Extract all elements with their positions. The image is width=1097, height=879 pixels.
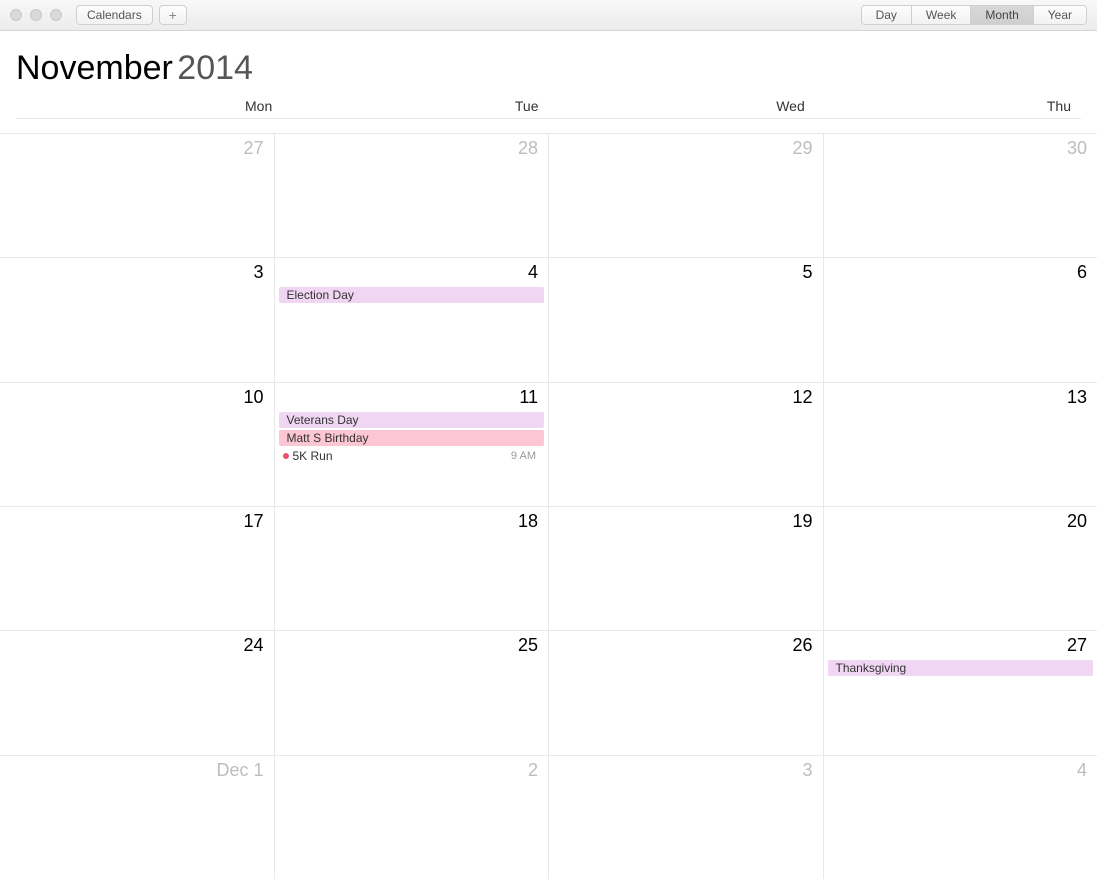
date-number: 20 bbox=[824, 511, 1097, 536]
day-cell[interactable]: 11Veterans Day Matt S Birthday 5K Run 9 AM bbox=[275, 383, 550, 506]
day-cell[interactable]: 19 bbox=[549, 507, 824, 630]
date-number: 11 bbox=[275, 387, 549, 412]
date-number: 27 bbox=[0, 138, 274, 163]
event-title: Matt S Birthday bbox=[287, 431, 369, 445]
date-number: 3 bbox=[0, 262, 274, 287]
traffic-lights bbox=[10, 9, 62, 21]
week-row: 1011Veterans Day Matt S Birthday 5K Run 9 A… bbox=[0, 383, 1097, 507]
date-number: 28 bbox=[275, 138, 549, 163]
event[interactable]: Veterans Day bbox=[279, 412, 545, 428]
day-cell[interactable]: Dec 1 bbox=[0, 756, 275, 879]
week-row: Dec 1234 bbox=[0, 756, 1097, 879]
view-day-button[interactable]: Day bbox=[862, 6, 912, 24]
date-number: 3 bbox=[549, 760, 823, 785]
day-cell[interactable]: 6 bbox=[824, 258, 1097, 381]
dow-tue: Tue bbox=[282, 98, 548, 118]
date-number: 26 bbox=[549, 635, 823, 660]
event-title: Thanksgiving bbox=[836, 661, 907, 675]
view-month-button[interactable]: Month bbox=[971, 6, 1033, 24]
window-toolbar: Calendars + DayWeekMonthYear bbox=[0, 0, 1097, 31]
title-year: 2014 bbox=[177, 49, 253, 87]
week-row: 34Election Day56 bbox=[0, 258, 1097, 382]
day-cell[interactable]: 26 bbox=[549, 631, 824, 754]
date-number: 12 bbox=[549, 387, 823, 412]
event-title: Election Day bbox=[287, 288, 354, 302]
view-year-button[interactable]: Year bbox=[1034, 6, 1086, 24]
day-cell[interactable]: 17 bbox=[0, 507, 275, 630]
date-number: 10 bbox=[0, 387, 274, 412]
date-number: 6 bbox=[824, 262, 1097, 287]
date-number: 27 bbox=[824, 635, 1097, 660]
week-row: 27282930 bbox=[0, 134, 1097, 258]
view-week-button[interactable]: Week bbox=[912, 6, 971, 24]
event[interactable]: Election Day bbox=[279, 287, 545, 303]
day-cell[interactable]: 4 bbox=[824, 756, 1097, 879]
view-segmented-control: DayWeekMonthYear bbox=[861, 5, 1087, 25]
event-title: Veterans Day bbox=[287, 413, 359, 427]
week-row: 17181920 bbox=[0, 507, 1097, 631]
day-cell[interactable]: 29 bbox=[549, 134, 824, 257]
date-number: 25 bbox=[275, 635, 549, 660]
day-of-week-header: MonTueWedThu bbox=[16, 98, 1081, 119]
minimize-window-icon[interactable] bbox=[30, 9, 42, 21]
event-title: 5K Run bbox=[293, 449, 333, 463]
day-cell[interactable]: 5 bbox=[549, 258, 824, 381]
event-time: 9 AM bbox=[511, 450, 536, 462]
day-cell[interactable]: 27Thanksgiving bbox=[824, 631, 1097, 754]
date-number: 4 bbox=[275, 262, 549, 287]
close-window-icon[interactable] bbox=[10, 9, 22, 21]
day-cell[interactable]: 12 bbox=[549, 383, 824, 506]
day-cell[interactable]: 2 bbox=[275, 756, 550, 879]
date-number: 4 bbox=[824, 760, 1097, 785]
month-grid: 2728293034Election Day561011Veterans Day… bbox=[0, 134, 1097, 879]
zoom-window-icon[interactable] bbox=[50, 9, 62, 21]
date-number: 29 bbox=[549, 138, 823, 163]
title-month: November bbox=[16, 49, 173, 87]
day-cell[interactable]: 4Election Day bbox=[275, 258, 550, 381]
week-row: 24252627Thanksgiving bbox=[0, 631, 1097, 755]
date-number: 5 bbox=[549, 262, 823, 287]
day-cell[interactable]: 3 bbox=[0, 258, 275, 381]
event[interactable]: 5K Run 9 AM bbox=[279, 448, 545, 464]
date-number: Dec 1 bbox=[0, 760, 274, 785]
day-cell[interactable]: 25 bbox=[275, 631, 550, 754]
day-cell[interactable]: 18 bbox=[275, 507, 550, 630]
day-cell[interactable]: 27 bbox=[0, 134, 275, 257]
date-number: 13 bbox=[824, 387, 1097, 412]
dow-mon: Mon bbox=[16, 98, 282, 118]
day-cell[interactable]: 24 bbox=[0, 631, 275, 754]
add-event-button[interactable]: + bbox=[159, 5, 187, 25]
date-number: 24 bbox=[0, 635, 274, 660]
date-number: 30 bbox=[824, 138, 1097, 163]
date-number: 18 bbox=[275, 511, 549, 536]
day-cell[interactable]: 3 bbox=[549, 756, 824, 879]
day-cell[interactable]: 30 bbox=[824, 134, 1097, 257]
dow-wed: Wed bbox=[549, 98, 815, 118]
day-cell[interactable]: 13 bbox=[824, 383, 1097, 506]
date-number: 19 bbox=[549, 511, 823, 536]
day-cell[interactable]: 10 bbox=[0, 383, 275, 506]
event[interactable]: Matt S Birthday bbox=[279, 430, 545, 446]
day-cell[interactable]: 28 bbox=[275, 134, 550, 257]
date-number: 2 bbox=[275, 760, 549, 785]
calendar-title: November 2014 MonTueWedThu bbox=[0, 31, 1097, 134]
dow-thu: Thu bbox=[815, 98, 1081, 118]
calendars-button[interactable]: Calendars bbox=[76, 5, 153, 25]
event[interactable]: Thanksgiving bbox=[828, 660, 1094, 676]
day-cell[interactable]: 20 bbox=[824, 507, 1097, 630]
date-number: 17 bbox=[0, 511, 274, 536]
